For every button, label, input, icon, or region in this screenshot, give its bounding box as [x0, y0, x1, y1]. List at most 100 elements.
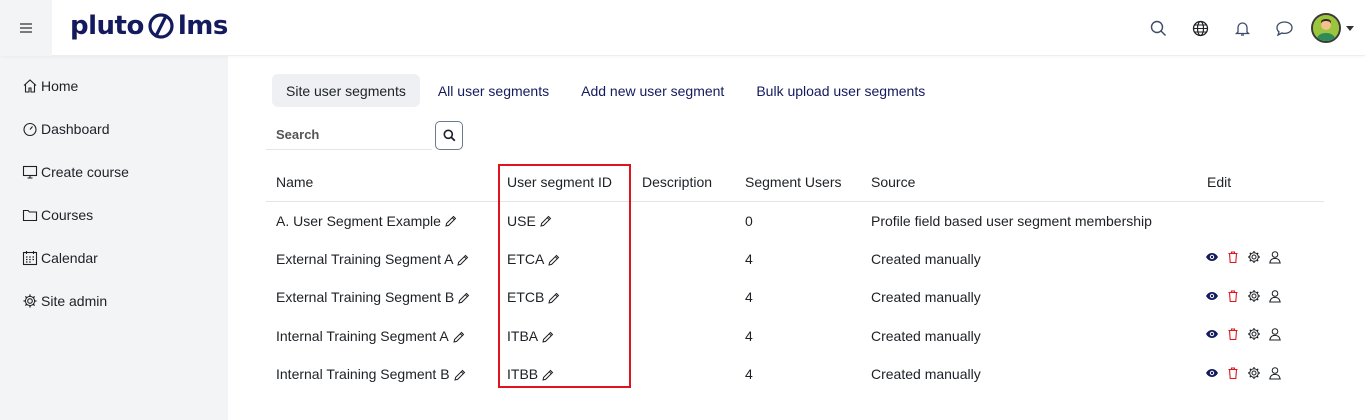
- globe-icon: [1192, 20, 1208, 36]
- search-button[interactable]: [1137, 0, 1179, 56]
- eye-icon[interactable]: [1205, 289, 1219, 303]
- sidebar-item-site-admin[interactable]: Site admin: [0, 279, 228, 322]
- segment-id: ITBA: [507, 327, 539, 344]
- column-header-segment-id[interactable]: User segment ID: [497, 164, 632, 202]
- segment-id-cell: USE: [497, 201, 632, 240]
- segment-id-cell: ITBA: [497, 317, 632, 356]
- gear-icon[interactable]: [1247, 250, 1261, 264]
- table-header-row: Name User segment ID Description Segment…: [266, 164, 1324, 202]
- hamburger-icon: [20, 23, 32, 33]
- sidebar-item-dashboard[interactable]: Dashboard: [0, 107, 228, 150]
- users-icon[interactable]: [1268, 289, 1282, 303]
- monitor-icon: [22, 165, 38, 179]
- caret-down-icon: [1346, 25, 1354, 31]
- table-row: Internal Training Segment A ITBA 4 Creat…: [266, 317, 1324, 356]
- column-header-segment-users[interactable]: Segment Users: [735, 164, 861, 202]
- source-cell: Profile field based user segment members…: [871, 212, 1152, 229]
- sidebar-item-courses[interactable]: Courses: [0, 193, 228, 236]
- search-submit-button[interactable]: [435, 120, 463, 150]
- gear-icon[interactable]: [1247, 366, 1261, 380]
- sidebar-item-create-course[interactable]: Create course: [0, 150, 228, 193]
- tab-site-user-segments[interactable]: Site user segments: [272, 74, 420, 107]
- sidebar-item-label: Courses: [41, 206, 94, 223]
- segment-name-cell: External Training Segment A: [266, 240, 497, 279]
- pencil-icon[interactable]: [453, 369, 466, 382]
- segment-name-cell: A. User Segment Example: [266, 201, 497, 240]
- main-content: Site user segments All user segments Add…: [228, 56, 1365, 420]
- avatar[interactable]: [1311, 13, 1341, 43]
- segment-name: A. User Segment Example: [276, 212, 441, 229]
- user-menu-toggle[interactable]: [1341, 25, 1359, 31]
- search-icon: [443, 129, 455, 141]
- pencil-icon[interactable]: [539, 215, 552, 228]
- segment-id-cell: ETCB: [497, 278, 632, 317]
- search-icon: [1150, 20, 1166, 36]
- pencil-icon[interactable]: [444, 215, 457, 228]
- segment-name: Internal Training Segment A: [276, 327, 449, 344]
- column-header-edit: Edit: [1197, 164, 1324, 202]
- sidebar-item-home[interactable]: Home: [0, 64, 228, 107]
- sidebar: Home Dashboard Create course Courses Cal…: [0, 56, 228, 420]
- segment-name-cell: Internal Training Segment B: [266, 355, 497, 394]
- menu-toggle-button[interactable]: [0, 0, 52, 56]
- pencil-icon[interactable]: [456, 254, 469, 267]
- eye-icon[interactable]: [1205, 327, 1219, 341]
- gauge-icon: [23, 122, 37, 136]
- logo-text-right: lms: [177, 11, 228, 41]
- description-cell: [632, 317, 735, 356]
- segment-name: Internal Training Segment B: [276, 366, 450, 383]
- edit-cell: [1197, 201, 1324, 240]
- description-cell: [632, 240, 735, 279]
- edit-cell: [1197, 355, 1324, 394]
- messages-button[interactable]: [1263, 0, 1305, 56]
- pencil-icon[interactable]: [541, 331, 554, 344]
- segment-id: ETCB: [507, 289, 545, 306]
- segment-id-cell: ITBB: [497, 355, 632, 394]
- language-button[interactable]: [1179, 0, 1221, 56]
- source-cell: Created manually: [871, 289, 981, 306]
- segment-tabs: Site user segments All user segments Add…: [272, 74, 943, 107]
- gear-icon[interactable]: [1247, 327, 1261, 341]
- column-header-name[interactable]: Name: [266, 164, 497, 202]
- tab-all-user-segments[interactable]: All user segments: [424, 74, 563, 107]
- user-avatar-icon: [1313, 15, 1339, 41]
- notifications-button[interactable]: [1221, 0, 1263, 56]
- trash-icon[interactable]: [1226, 250, 1240, 264]
- trash-icon[interactable]: [1226, 327, 1240, 341]
- gear-icon[interactable]: [1247, 289, 1261, 303]
- sidebar-item-label: Home: [41, 77, 79, 94]
- column-header-description[interactable]: Description: [632, 164, 735, 202]
- column-header-source[interactable]: Source: [861, 164, 1197, 202]
- tab-add-new-user-segment[interactable]: Add new user segment: [567, 74, 738, 107]
- eye-icon[interactable]: [1205, 366, 1219, 380]
- site-logo[interactable]: pluto lms: [70, 11, 228, 41]
- top-navbar: pluto lms: [0, 0, 1365, 56]
- description-cell: [632, 201, 735, 240]
- pencil-icon[interactable]: [547, 254, 560, 267]
- table-row: External Training Segment A ETCA 4 Creat…: [266, 240, 1324, 279]
- folder-icon: [22, 209, 38, 221]
- trash-icon[interactable]: [1226, 366, 1240, 380]
- source-cell: Created manually: [871, 250, 981, 267]
- sidebar-item-calendar[interactable]: Calendar: [0, 236, 228, 279]
- table-row: External Training Segment B ETCB 4 Creat…: [266, 278, 1324, 317]
- segment-name-cell: External Training Segment B: [266, 278, 497, 317]
- segment-users-cell: 4: [745, 327, 753, 344]
- home-icon: [23, 78, 37, 93]
- segment-users-cell: 0: [745, 212, 753, 229]
- tab-bulk-upload-user-segments[interactable]: Bulk upload user segments: [742, 74, 939, 107]
- pencil-icon[interactable]: [547, 292, 560, 305]
- pencil-icon[interactable]: [452, 331, 465, 344]
- gear-icon: [23, 294, 37, 307]
- users-icon[interactable]: [1268, 366, 1282, 380]
- sidebar-item-label: Create course: [41, 163, 129, 180]
- users-icon[interactable]: [1268, 250, 1282, 264]
- segment-users-cell: 4: [745, 250, 753, 267]
- users-icon[interactable]: [1268, 327, 1282, 341]
- search-bar: [266, 120, 463, 150]
- search-input[interactable]: [266, 120, 432, 150]
- pencil-icon[interactable]: [457, 292, 470, 305]
- pencil-icon[interactable]: [541, 369, 554, 382]
- trash-icon[interactable]: [1226, 289, 1240, 303]
- eye-icon[interactable]: [1205, 250, 1219, 264]
